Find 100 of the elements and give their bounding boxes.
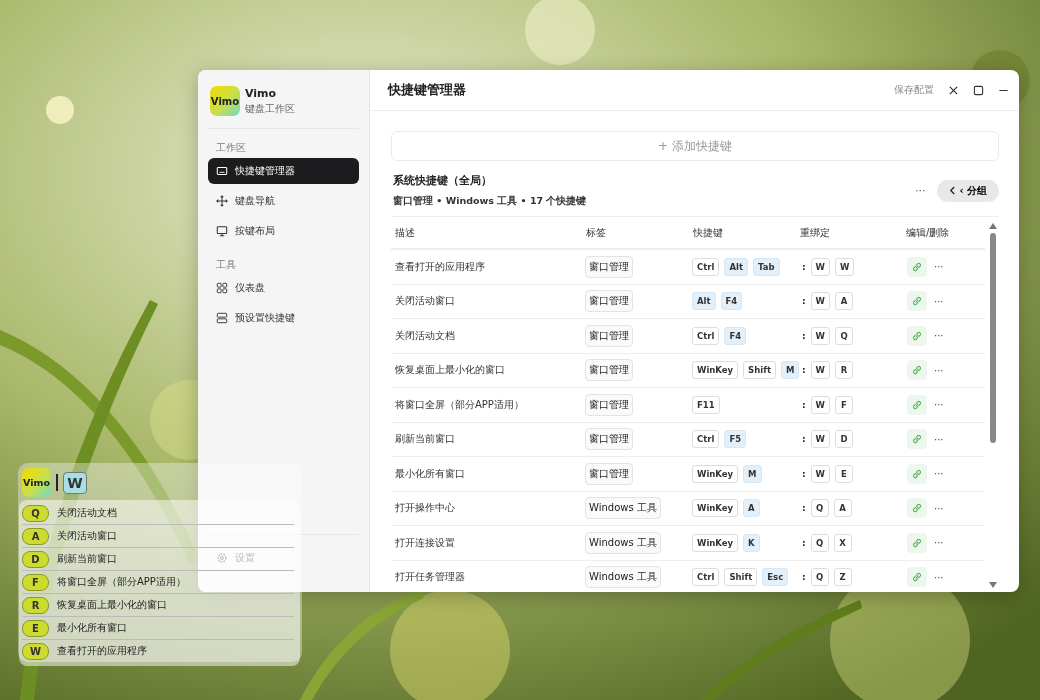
description-cell-text: 打开操作中心: [394, 501, 456, 516]
sidebar-item[interactable]: 仪表盘: [208, 275, 359, 301]
link-button[interactable]: [907, 567, 927, 588]
link-button[interactable]: [907, 498, 927, 519]
back-button[interactable]: ‹ 分组: [937, 179, 999, 202]
link-icon: [911, 536, 923, 549]
column-header: 快捷键: [692, 225, 724, 240]
command-label: 刷新当前窗口: [57, 552, 117, 566]
key-cap: A: [833, 499, 852, 518]
category-tag: 窗口管理: [585, 255, 633, 278]
sidebar-item[interactable]: 按键布局: [208, 218, 359, 244]
separator-colon: :: [802, 330, 806, 341]
group-subtitle: 窗口管理 • Windows 工具 • 17 个快捷键: [393, 195, 588, 208]
more-button[interactable]: ···: [934, 399, 944, 411]
link-button[interactable]: [907, 256, 927, 277]
category-tag: Windows 工具: [585, 531, 661, 554]
more-button[interactable]: ···: [914, 184, 926, 197]
key-cap: Esc: [762, 568, 789, 587]
link-button[interactable]: [907, 394, 927, 415]
more-button[interactable]: ···: [934, 261, 944, 273]
category-tag: 窗口管理: [585, 462, 633, 485]
more-button[interactable]: ···: [934, 502, 944, 514]
more-button[interactable]: ···: [934, 468, 944, 480]
separator-colon: :: [802, 503, 806, 514]
key-cap: Ctrl: [692, 257, 720, 276]
link-icon: [911, 571, 923, 584]
category-tag: 窗口管理: [585, 359, 633, 382]
separator-colon: :: [802, 399, 806, 410]
separator-colon: :: [802, 261, 806, 272]
description-cell-text: 恢复桌面上最小化的窗口: [394, 363, 506, 378]
key-cap: W: [835, 257, 855, 276]
key-cap: Tab: [753, 257, 780, 276]
link-button[interactable]: [907, 325, 927, 346]
scroll-down-icon[interactable]: [989, 582, 997, 588]
key-cap: F11: [692, 395, 720, 414]
command-label: 将窗口全屏（部分APP适用）: [57, 575, 186, 589]
command-label: 查看打开的应用程序: [57, 644, 147, 658]
link-button[interactable]: [907, 291, 927, 312]
category-tag: 窗口管理: [585, 393, 633, 416]
key-cap: W: [810, 292, 830, 311]
description-cell-text: 最小化所有窗口: [394, 466, 466, 481]
key-cap: Shift: [743, 361, 776, 380]
key-cap: W: [810, 395, 830, 414]
monitor-icon: [216, 225, 228, 237]
key-cap: M: [743, 464, 762, 483]
link-button[interactable]: [907, 463, 927, 484]
more-button[interactable]: ···: [934, 295, 944, 307]
column-header: 标签: [585, 225, 607, 240]
key-cap: Alt: [724, 257, 748, 276]
save-config-button[interactable]: 保存配置: [894, 83, 934, 97]
app-subtitle: 键盘工作区: [245, 101, 295, 116]
more-button[interactable]: ···: [934, 433, 944, 445]
settings-icon: [216, 552, 228, 564]
link-icon: [911, 260, 923, 273]
key-cap: Q: [835, 326, 853, 345]
category-tag: 窗口管理: [585, 290, 633, 313]
section-heading: 工作区: [216, 141, 247, 155]
separator-colon: :: [802, 468, 806, 479]
category-tag: Windows 工具: [585, 566, 661, 589]
link-icon: [911, 433, 923, 446]
key-cap: Q: [810, 499, 829, 518]
sidebar-item[interactable]: 键盘导航: [208, 188, 359, 214]
description-cell-text: 查看打开的应用程序: [394, 259, 486, 274]
more-button[interactable]: ···: [934, 330, 944, 342]
separator-colon: :: [802, 296, 806, 307]
group-title: 系统快捷键（全局）: [393, 173, 493, 188]
more-button[interactable]: ···: [934, 537, 944, 549]
key-cap: K: [743, 533, 760, 552]
sidebar-item[interactable]: 快捷键管理器: [208, 158, 359, 184]
keyboard-icon: [216, 165, 228, 177]
link-button[interactable]: [907, 532, 927, 553]
link-icon: [911, 295, 923, 308]
stack-icon: [216, 312, 228, 324]
move-icon: [216, 195, 228, 207]
link-button[interactable]: [907, 429, 927, 450]
description-cell-text: 打开连接设置: [394, 535, 456, 550]
key-cap: Z: [833, 568, 852, 587]
key-cap: WinKey: [692, 464, 739, 483]
close-icon[interactable]: [948, 84, 959, 96]
more-button[interactable]: ···: [934, 364, 944, 376]
key-cap: M: [780, 361, 800, 380]
key-cap: W: [810, 464, 830, 483]
chevron-left-icon: [949, 186, 957, 195]
key-cap: A: [835, 292, 853, 311]
key-cap: F5: [724, 430, 747, 449]
column-header: 重绑定: [799, 225, 831, 240]
separator-colon: :: [802, 572, 806, 583]
more-button[interactable]: ···: [934, 571, 944, 583]
key-cap: WinKey: [692, 361, 739, 380]
description-cell-text: 将窗口全屏（部分APP适用）: [394, 397, 525, 412]
maximize-icon[interactable]: [973, 84, 984, 96]
command-label: 关闭活动文档: [57, 506, 117, 520]
sidebar-item[interactable]: 预设置快捷键: [208, 305, 359, 331]
key-cap: W: [810, 326, 830, 345]
key-cap: F4: [724, 326, 747, 345]
link-button[interactable]: [907, 360, 927, 381]
command-label: 恢复桌面上最小化的窗口: [57, 598, 167, 612]
key-cap: A: [743, 499, 760, 518]
key-cap: Ctrl: [692, 568, 720, 587]
key-cap: F4: [720, 292, 743, 311]
